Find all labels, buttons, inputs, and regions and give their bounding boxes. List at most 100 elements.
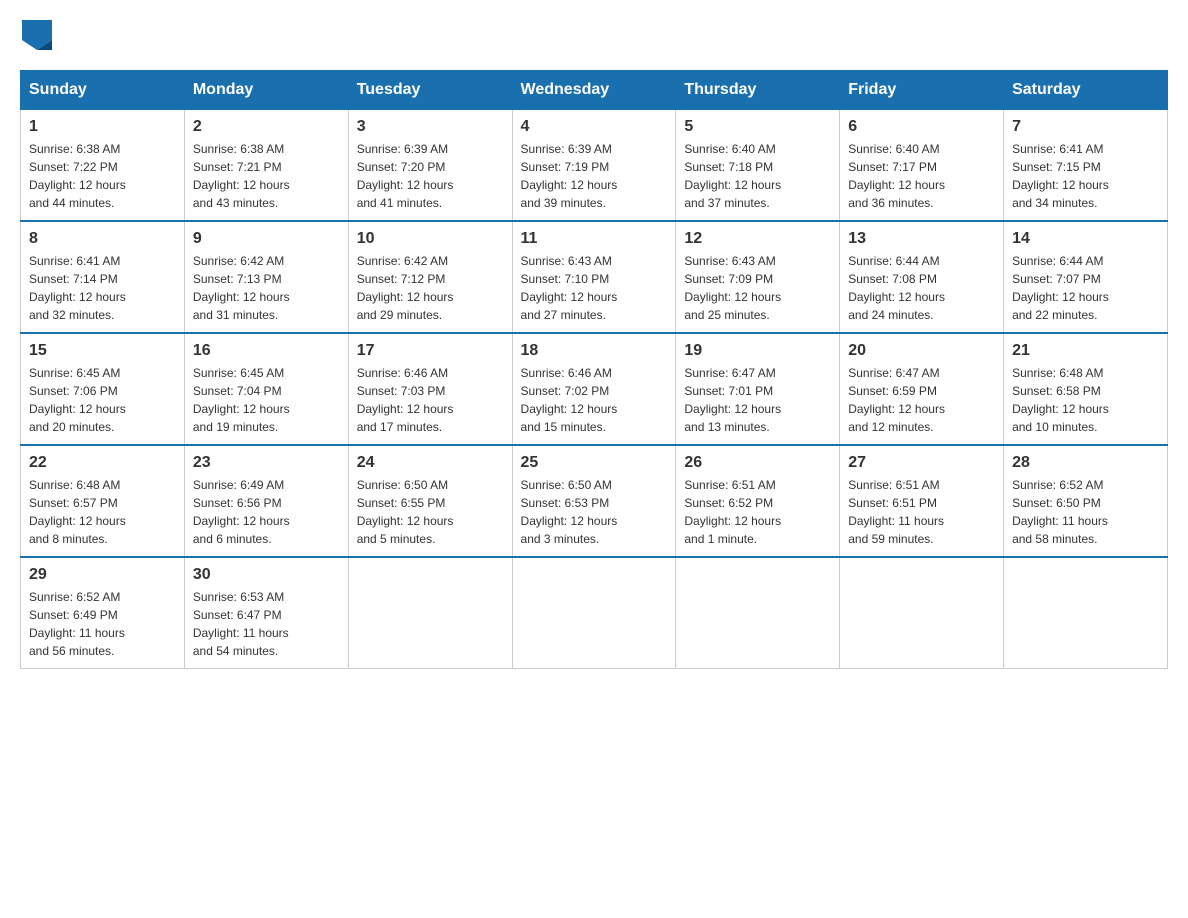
calendar-cell: 17 Sunrise: 6:46 AMSunset: 7:03 PMDayligh… [348, 333, 512, 445]
calendar-cell: 3Sunrise: 6:39 AMSunset: 7:20 PMDaylight… [348, 110, 512, 222]
day-number: 20 [848, 342, 995, 360]
weekday-header-thursday: Thursday [676, 71, 840, 110]
day-number: 16 [193, 342, 340, 360]
day-info: Sunrise: 6:52 AMSunset: 6:49 PMDaylight:… [29, 588, 176, 660]
calendar-week-2: 8 Sunrise: 6:41 AMSunset: 7:14 PMDaylight… [21, 221, 1168, 333]
day-info: Sunrise: 6:43 AMSunset: 7:10 PMDaylight:… [521, 252, 668, 324]
calendar-cell: 19 Sunrise: 6:47 AMSunset: 7:01 PMDayligh… [676, 333, 840, 445]
day-info: Sunrise: 6:52 AMSunset: 6:50 PMDaylight:… [1012, 476, 1159, 548]
calendar-cell: 9 Sunrise: 6:42 AMSunset: 7:13 PMDaylight… [184, 221, 348, 333]
day-number: 5 [684, 118, 831, 136]
day-info: Sunrise: 6:47 AMSunset: 6:59 PMDaylight:… [848, 364, 995, 436]
day-number: 23 [193, 454, 340, 472]
weekday-header-wednesday: Wednesday [512, 71, 676, 110]
day-number: 17 [357, 342, 504, 360]
day-info: Sunrise: 6:38 AMSunset: 7:22 PMDaylight:… [29, 140, 176, 212]
day-number: 9 [193, 230, 340, 248]
weekday-header-monday: Monday [184, 71, 348, 110]
day-number: 28 [1012, 454, 1159, 472]
day-number: 7 [1012, 118, 1159, 136]
calendar-cell: 2 Sunrise: 6:38 AMSunset: 7:21 PMDaylight… [184, 110, 348, 222]
day-info: Sunrise: 6:48 AMSunset: 6:58 PMDaylight:… [1012, 364, 1159, 436]
day-number: 2 [193, 118, 340, 136]
calendar-cell [1004, 557, 1168, 669]
calendar-cell: 21 Sunrise: 6:48 AMSunset: 6:58 PMDayligh… [1004, 333, 1168, 445]
calendar-week-1: 1 Sunrise: 6:38 AMSunset: 7:22 PMDaylight… [21, 110, 1168, 222]
calendar-cell [840, 557, 1004, 669]
day-number: 25 [521, 454, 668, 472]
weekday-header-saturday: Saturday [1004, 71, 1168, 110]
day-info: Sunrise: 6:44 AMSunset: 7:07 PMDaylight:… [1012, 252, 1159, 324]
day-info: Sunrise: 6:41 AMSunset: 7:14 PMDaylight:… [29, 252, 176, 324]
calendar-cell: 12 Sunrise: 6:43 AMSunset: 7:09 PMDayligh… [676, 221, 840, 333]
calendar-cell: 24 Sunrise: 6:50 AMSunset: 6:55 PMDayligh… [348, 445, 512, 557]
day-info: Sunrise: 6:39 AMSunset: 7:19 PMDaylight:… [521, 140, 668, 212]
calendar-cell: 22 Sunrise: 6:48 AMSunset: 6:57 PMDayligh… [21, 445, 185, 557]
day-info: Sunrise: 6:47 AMSunset: 7:01 PMDaylight:… [684, 364, 831, 436]
day-info: Sunrise: 6:48 AMSunset: 6:57 PMDaylight:… [29, 476, 176, 548]
day-number: 1 [29, 118, 176, 136]
calendar-cell: 11Sunrise: 6:43 AMSunset: 7:10 PMDayligh… [512, 221, 676, 333]
day-info: Sunrise: 6:45 AMSunset: 7:04 PMDaylight:… [193, 364, 340, 436]
day-number: 3 [357, 118, 504, 136]
calendar-cell: 1 Sunrise: 6:38 AMSunset: 7:22 PMDaylight… [21, 110, 185, 222]
day-info: Sunrise: 6:44 AMSunset: 7:08 PMDaylight:… [848, 252, 995, 324]
calendar-cell: 26 Sunrise: 6:51 AMSunset: 6:52 PMDayligh… [676, 445, 840, 557]
calendar-cell: 29Sunrise: 6:52 AMSunset: 6:49 PMDayligh… [21, 557, 185, 669]
calendar-table: SundayMondayTuesdayWednesdayThursdayFrid… [20, 70, 1168, 669]
day-number: 18 [521, 342, 668, 360]
day-info: Sunrise: 6:45 AMSunset: 7:06 PMDaylight:… [29, 364, 176, 436]
calendar-cell: 20 Sunrise: 6:47 AMSunset: 6:59 PMDayligh… [840, 333, 1004, 445]
day-info: Sunrise: 6:49 AMSunset: 6:56 PMDaylight:… [193, 476, 340, 548]
calendar-week-5: 29Sunrise: 6:52 AMSunset: 6:49 PMDayligh… [21, 557, 1168, 669]
day-info: Sunrise: 6:43 AMSunset: 7:09 PMDaylight:… [684, 252, 831, 324]
day-info: Sunrise: 6:51 AMSunset: 6:52 PMDaylight:… [684, 476, 831, 548]
day-number: 27 [848, 454, 995, 472]
day-number: 22 [29, 454, 176, 472]
calendar-week-3: 15 Sunrise: 6:45 AMSunset: 7:06 PMDayligh… [21, 333, 1168, 445]
calendar-cell: 27 Sunrise: 6:51 AMSunset: 6:51 PMDayligh… [840, 445, 1004, 557]
day-info: Sunrise: 6:42 AMSunset: 7:13 PMDaylight:… [193, 252, 340, 324]
weekday-header-friday: Friday [840, 71, 1004, 110]
calendar-cell: 6Sunrise: 6:40 AMSunset: 7:17 PMDaylight… [840, 110, 1004, 222]
day-info: Sunrise: 6:40 AMSunset: 7:18 PMDaylight:… [684, 140, 831, 212]
day-number: 19 [684, 342, 831, 360]
day-info: Sunrise: 6:40 AMSunset: 7:17 PMDaylight:… [848, 140, 995, 212]
day-number: 4 [521, 118, 668, 136]
day-info: Sunrise: 6:51 AMSunset: 6:51 PMDaylight:… [848, 476, 995, 548]
calendar-cell: 4 Sunrise: 6:39 AMSunset: 7:19 PMDaylight… [512, 110, 676, 222]
calendar-week-4: 22 Sunrise: 6:48 AMSunset: 6:57 PMDayligh… [21, 445, 1168, 557]
day-info: Sunrise: 6:50 AMSunset: 6:55 PMDaylight:… [357, 476, 504, 548]
day-number: 14 [1012, 230, 1159, 248]
calendar-cell: 10Sunrise: 6:42 AMSunset: 7:12 PMDayligh… [348, 221, 512, 333]
calendar-cell: 8 Sunrise: 6:41 AMSunset: 7:14 PMDaylight… [21, 221, 185, 333]
day-number: 13 [848, 230, 995, 248]
day-number: 26 [684, 454, 831, 472]
calendar-cell: 15 Sunrise: 6:45 AMSunset: 7:06 PMDayligh… [21, 333, 185, 445]
day-number: 24 [357, 454, 504, 472]
day-info: Sunrise: 6:53 AMSunset: 6:47 PMDaylight:… [193, 588, 340, 660]
weekday-header-row: SundayMondayTuesdayWednesdayThursdayFrid… [21, 71, 1168, 110]
calendar-cell: 5 Sunrise: 6:40 AMSunset: 7:18 PMDaylight… [676, 110, 840, 222]
weekday-header-tuesday: Tuesday [348, 71, 512, 110]
calendar-cell: 30Sunrise: 6:53 AMSunset: 6:47 PMDayligh… [184, 557, 348, 669]
weekday-header-sunday: Sunday [21, 71, 185, 110]
calendar-cell: 23 Sunrise: 6:49 AMSunset: 6:56 PMDayligh… [184, 445, 348, 557]
calendar-cell [676, 557, 840, 669]
calendar-cell [512, 557, 676, 669]
day-number: 12 [684, 230, 831, 248]
calendar-cell: 16 Sunrise: 6:45 AMSunset: 7:04 PMDayligh… [184, 333, 348, 445]
calendar-cell: 25 Sunrise: 6:50 AMSunset: 6:53 PMDayligh… [512, 445, 676, 557]
day-info: Sunrise: 6:38 AMSunset: 7:21 PMDaylight:… [193, 140, 340, 212]
day-number: 21 [1012, 342, 1159, 360]
logo-icon [22, 20, 52, 50]
day-info: Sunrise: 6:50 AMSunset: 6:53 PMDaylight:… [521, 476, 668, 548]
calendar-cell [348, 557, 512, 669]
logo [20, 20, 52, 50]
calendar-cell: 18 Sunrise: 6:46 AMSunset: 7:02 PMDayligh… [512, 333, 676, 445]
day-info: Sunrise: 6:46 AMSunset: 7:02 PMDaylight:… [521, 364, 668, 436]
day-info: Sunrise: 6:46 AMSunset: 7:03 PMDaylight:… [357, 364, 504, 436]
day-number: 8 [29, 230, 176, 248]
day-info: Sunrise: 6:41 AMSunset: 7:15 PMDaylight:… [1012, 140, 1159, 212]
day-number: 15 [29, 342, 176, 360]
